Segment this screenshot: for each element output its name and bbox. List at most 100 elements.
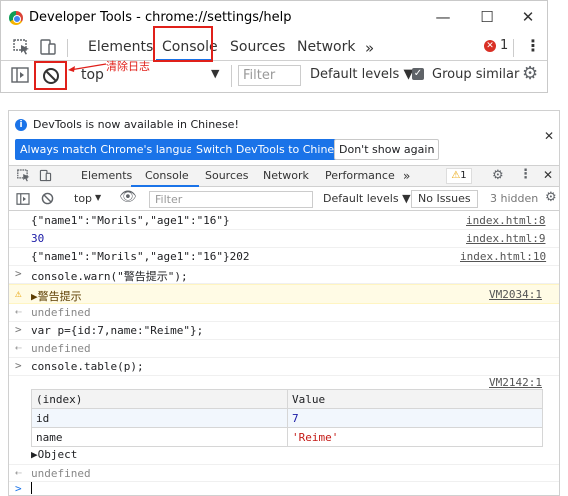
error-count[interactable]: 1 [500, 38, 508, 53]
warning-count-badge[interactable]: ⚠1 [446, 168, 472, 184]
infobar-close-icon[interactable]: ✕ [544, 129, 554, 143]
tab-elements[interactable]: Elements [88, 39, 153, 55]
log-text: {"name1":"Morils","age1":"16"} [31, 214, 230, 227]
live-expression-eye-icon[interactable]: 👁 [119, 189, 137, 205]
title-bar: Developer Tools - chrome://settings/help… [1, 1, 547, 33]
devtools-window-bottom: i DevTools is now available in Chinese! … [8, 110, 560, 496]
result-text: undefined [31, 306, 91, 319]
tab-elements[interactable]: Elements [81, 169, 132, 182]
maximize-icon[interactable]: ☐ [477, 7, 497, 27]
table-cell: 7 [287, 408, 543, 428]
console-prompt[interactable]: > [9, 482, 559, 496]
text-cursor [31, 482, 32, 494]
console-table: (index) Value id 7 name 'Reime' [31, 389, 543, 447]
table-source-row: VM2142:1 [9, 376, 559, 390]
kebab-menu-icon[interactable]: ⋮ [519, 167, 532, 182]
result-text: undefined [31, 467, 91, 480]
always-match-language-button[interactable]: Always match Chrome's language [15, 139, 212, 160]
input-chevron-icon: > [15, 359, 22, 372]
default-levels-dropdown[interactable]: Default levels ▼ [323, 192, 411, 205]
group-similar-checkbox[interactable]: ✓ [412, 68, 424, 80]
divider [67, 39, 68, 57]
inspect-element-icon[interactable] [13, 39, 31, 55]
context-dropdown-arrow-icon[interactable]: ▼ [211, 67, 219, 80]
chrome-logo-icon [9, 11, 23, 25]
context-selector[interactable]: top [74, 192, 92, 205]
input-chevron-icon: > [15, 267, 22, 280]
kebab-menu-icon[interactable]: ⋮ [525, 36, 541, 55]
no-issues-button[interactable]: No Issues [411, 190, 478, 208]
warning-count: 1 [460, 170, 467, 181]
console-log-row: {"name1":"Morils","age1":"16"}202 index.… [9, 248, 559, 266]
console-result-row: ⇠ undefined [9, 340, 559, 358]
close-icon[interactable]: ✕ [518, 7, 538, 27]
highlight-box-clear-button [34, 61, 67, 90]
hidden-count: 3 hidden [490, 192, 539, 205]
minimize-icon[interactable]: — [433, 7, 453, 27]
log-text: {"name1":"Morils","age1":"16"}202 [31, 250, 250, 263]
table-row: id 7 [31, 408, 543, 428]
default-levels-dropdown[interactable]: Default levels ▼ [310, 67, 413, 82]
table-header[interactable]: Value [287, 389, 543, 409]
infobar-message: DevTools is now available in Chinese! [33, 118, 239, 131]
device-toolbar-icon[interactable] [39, 169, 52, 182]
source-link[interactable]: VM2034:1 [489, 288, 542, 301]
more-tabs-icon[interactable]: » [365, 39, 374, 57]
dont-show-again-button[interactable]: Don't show again [334, 139, 440, 160]
warning-icon: ⚠ [451, 170, 461, 181]
divider [513, 39, 514, 57]
settings-gear-icon[interactable]: ⚙ [492, 168, 504, 183]
warning-text[interactable]: ▶警告提示 [31, 288, 82, 304]
settings-gear-icon[interactable]: ⚙ [522, 63, 538, 84]
result-arrow-icon: ⇠ [15, 305, 22, 318]
source-link[interactable]: index.html:8 [466, 214, 545, 227]
console-settings-gear-icon[interactable]: ⚙ [545, 190, 557, 205]
prompt-chevron-icon: > [15, 482, 22, 495]
command-text: console.table(p); [31, 360, 144, 373]
source-link[interactable]: index.html:9 [466, 232, 545, 245]
tab-console[interactable]: Console [145, 169, 189, 182]
error-icon[interactable]: ✕ [484, 40, 496, 52]
filter-input[interactable]: Filter [238, 65, 301, 86]
tab-network[interactable]: Network [297, 39, 355, 55]
sidebar-toggle-icon[interactable] [11, 67, 29, 83]
table-cell: name [31, 427, 288, 447]
console-log-row: {"name1":"Morils","age1":"16"} index.htm… [9, 212, 559, 230]
close-devtools-icon[interactable]: ✕ [543, 168, 553, 182]
table-header[interactable]: (index) [31, 389, 288, 409]
inspect-element-icon[interactable] [17, 169, 31, 182]
table-cell: id [31, 408, 288, 428]
device-toolbar-icon[interactable] [39, 39, 57, 55]
language-infobar: i DevTools is now available in Chinese! … [9, 111, 559, 165]
group-similar-label: Group similar [432, 67, 520, 82]
tab-performance[interactable]: Performance [325, 169, 395, 182]
console-log-row: 30 index.html:9 [9, 230, 559, 248]
table-cell: 'Reime' [287, 427, 543, 447]
clear-console-icon[interactable] [41, 192, 54, 205]
filter-placeholder: Filter [243, 68, 276, 83]
input-chevron-icon: > [15, 323, 22, 336]
command-text: var p={id:7,name:"Reime"}; [31, 324, 204, 337]
table-header-row: (index) Value [31, 389, 543, 409]
tab-network[interactable]: Network [263, 169, 309, 182]
result-arrow-icon: ⇠ [15, 341, 22, 354]
result-arrow-icon: ⇠ [15, 466, 22, 479]
sidebar-toggle-icon[interactable] [16, 193, 30, 205]
switch-to-chinese-button[interactable]: Switch DevTools to Chinese [191, 139, 352, 160]
divider [231, 65, 232, 87]
more-tabs-icon[interactable]: » [403, 169, 410, 183]
source-link[interactable]: VM2142:1 [489, 376, 542, 389]
tab-sources[interactable]: Sources [230, 39, 285, 55]
tab-sources[interactable]: Sources [205, 169, 249, 182]
filter-input[interactable]: Filter [149, 191, 313, 208]
annotation-arrow-icon [68, 63, 107, 72]
info-icon: i [15, 119, 27, 131]
console-input-row: > console.warn("警告提示"); [9, 266, 559, 284]
command-text: console.warn("警告提示"); [31, 270, 188, 283]
object-expander[interactable]: ▶Object [31, 448, 77, 461]
context-dropdown-arrow-icon[interactable]: ▼ [95, 193, 101, 202]
highlight-box-console-tab [153, 26, 213, 62]
source-link[interactable]: index.html:10 [460, 250, 546, 263]
result-text: undefined [31, 342, 91, 355]
window-title: Developer Tools - chrome://settings/help [29, 10, 292, 25]
